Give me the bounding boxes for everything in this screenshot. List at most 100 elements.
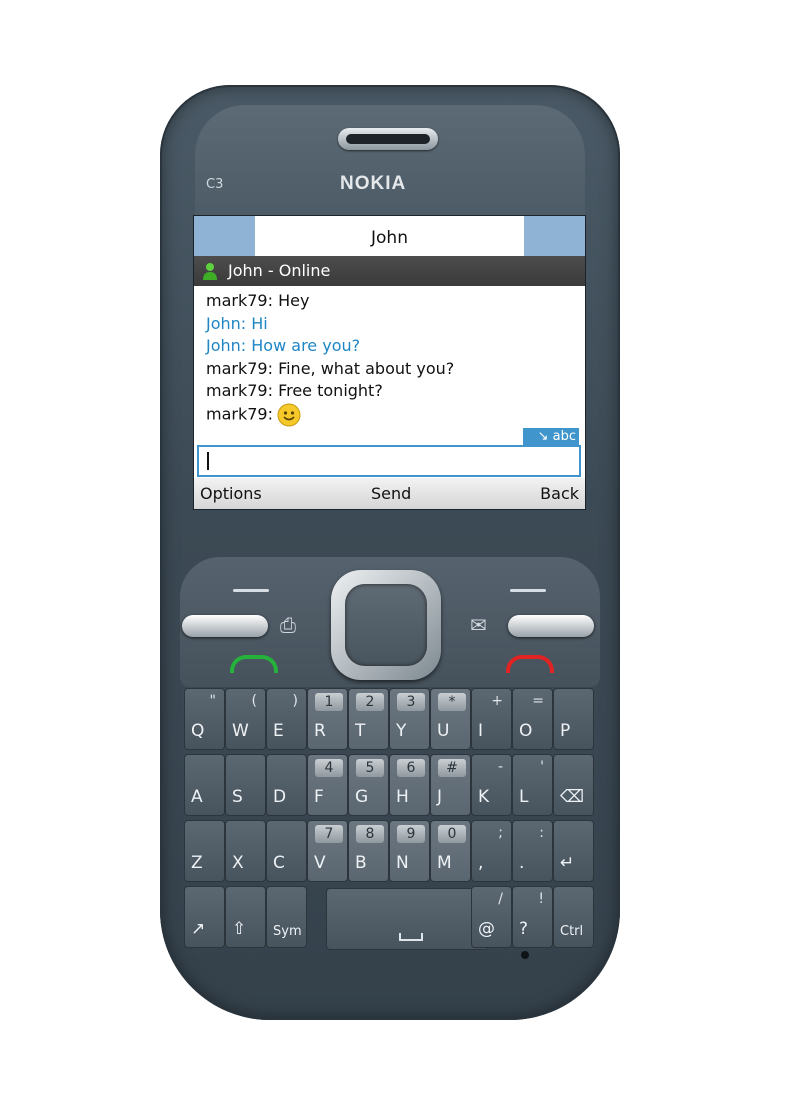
- key-s[interactable]: S: [225, 754, 266, 816]
- options-softkey[interactable]: Options: [200, 478, 262, 509]
- key-[interactable]: ⌫: [553, 754, 594, 816]
- contact-status-text: John - Online: [228, 261, 331, 280]
- key-[interactable]: ⇧: [225, 886, 266, 948]
- messaging-icon[interactable]: ✉: [470, 613, 487, 637]
- key-o[interactable]: = O: [512, 688, 553, 750]
- message-input[interactable]: [197, 445, 581, 477]
- key-k[interactable]: -K: [471, 754, 512, 816]
- chat-message: John: How are you?: [206, 335, 576, 358]
- softkey-bar: Options Send Back: [194, 478, 585, 509]
- space-icon: [399, 933, 423, 941]
- key-primary-label: Ctrl: [560, 924, 584, 939]
- key-primary-label: P: [560, 721, 571, 741]
- call-key-icon[interactable]: [230, 655, 278, 673]
- key-primary-label: X: [232, 853, 244, 873]
- phone-screen: John John - Online mark79: Hey John: Hi Jo…: [193, 215, 586, 510]
- key-j[interactable]: # J: [430, 754, 471, 816]
- back-softkey[interactable]: Back: [540, 478, 579, 509]
- key-l[interactable]: ' L: [512, 754, 553, 816]
- chat-message-text: mark79: Free tonight?: [206, 381, 383, 400]
- key-d[interactable]: D: [266, 754, 307, 816]
- key-[interactable]: ↵: [553, 820, 594, 882]
- key-[interactable]: !?: [512, 886, 553, 948]
- key-number-label: *: [438, 693, 466, 711]
- key-c[interactable]: C: [266, 820, 307, 882]
- key-number-label: 3: [397, 693, 425, 711]
- left-softkey-button[interactable]: [182, 615, 268, 637]
- key-[interactable]: ↗: [184, 886, 225, 948]
- chat-message: mark79: Fine, what about you?: [206, 358, 576, 381]
- dpad-select-key[interactable]: [345, 584, 427, 666]
- key-primary-label: ↵: [560, 853, 575, 873]
- key-number-label: 4: [315, 759, 343, 777]
- key-number-label: 0: [438, 825, 466, 843]
- key-[interactable]: ;,: [471, 820, 512, 882]
- key-number-label: 6: [397, 759, 425, 777]
- key-primary-label: ⇧: [232, 919, 247, 939]
- key-v[interactable]: 7V: [307, 820, 348, 882]
- key-b[interactable]: 8B: [348, 820, 389, 882]
- key-secondary-label: (: [251, 693, 257, 709]
- key-primary-label: Q: [191, 721, 205, 741]
- chat-message-text: John: How are you?: [206, 336, 361, 355]
- chat-message-text: mark79: Fine, what about you?: [206, 358, 455, 378]
- key-p[interactable]: P: [553, 688, 594, 750]
- right-softkey-button[interactable]: [508, 615, 594, 637]
- end-call-key-icon[interactable]: [506, 655, 554, 673]
- brand-logo: NOKIA: [340, 173, 407, 194]
- key-primary-label: W: [232, 721, 249, 741]
- key-primary-label: L: [519, 787, 529, 807]
- key-ctrl[interactable]: Ctrl: [553, 886, 594, 948]
- key-primary-label: A: [191, 787, 203, 807]
- earpiece-speaker: [338, 128, 438, 150]
- key-primary-label: C: [273, 853, 285, 873]
- key-q[interactable]: " Q: [184, 688, 225, 750]
- key-i[interactable]: + I: [471, 688, 512, 750]
- send-softkey[interactable]: Send: [371, 478, 411, 509]
- key-x[interactable]: X: [225, 820, 266, 882]
- key-t[interactable]: 2T: [348, 688, 389, 750]
- key-z[interactable]: Z: [184, 820, 225, 882]
- key-secondary-label: ": [209, 693, 216, 709]
- key-r[interactable]: 1R: [307, 688, 348, 750]
- key-primary-label: ?: [519, 919, 529, 939]
- key-y[interactable]: 3Y: [389, 688, 430, 750]
- key-n[interactable]: 9N: [389, 820, 430, 882]
- key-primary-label: E: [273, 721, 284, 741]
- key-h[interactable]: 6H: [389, 754, 430, 816]
- key-number-label: 8: [356, 825, 384, 843]
- key-primary-label: ,: [478, 853, 484, 873]
- key-primary-label: K: [478, 787, 490, 807]
- key-w[interactable]: (W: [225, 688, 266, 750]
- key-primary-label: Z: [191, 853, 203, 873]
- input-mode-label: abc: [552, 429, 576, 444]
- navigation-dpad[interactable]: [331, 570, 441, 680]
- key-sym[interactable]: Sym: [266, 886, 307, 948]
- key-number-label: 2: [356, 693, 384, 711]
- key-f[interactable]: 4F: [307, 754, 348, 816]
- key-secondary-label: ;: [498, 825, 503, 841]
- key-primary-label: B: [355, 853, 367, 873]
- right-softkey-dash: [510, 589, 546, 592]
- key-primary-label: U: [437, 721, 450, 741]
- key-[interactable]: :.: [512, 820, 553, 882]
- key-u[interactable]: * U: [430, 688, 471, 750]
- chat-title: John: [255, 216, 524, 256]
- key-primary-label: R: [314, 721, 326, 741]
- key-secondary-label: :: [539, 825, 544, 841]
- key-primary-label: @: [478, 919, 495, 939]
- key-primary-label: H: [396, 787, 409, 807]
- key-secondary-label: -: [497, 759, 503, 775]
- space-key[interactable]: [326, 888, 489, 950]
- contacts-icon[interactable]: ⎙: [280, 613, 296, 637]
- key-[interactable]: / @: [471, 886, 512, 948]
- key-m[interactable]: 0M: [430, 820, 471, 882]
- left-softkey-dash: [233, 589, 269, 592]
- key-primary-label: F: [314, 787, 324, 807]
- chat-message-text: John: Hi: [206, 313, 268, 333]
- model-label: C3: [206, 177, 224, 192]
- chat-message: John: Hi: [206, 313, 576, 336]
- key-g[interactable]: 5G: [348, 754, 389, 816]
- key-e[interactable]: ) E: [266, 688, 307, 750]
- key-a[interactable]: A: [184, 754, 225, 816]
